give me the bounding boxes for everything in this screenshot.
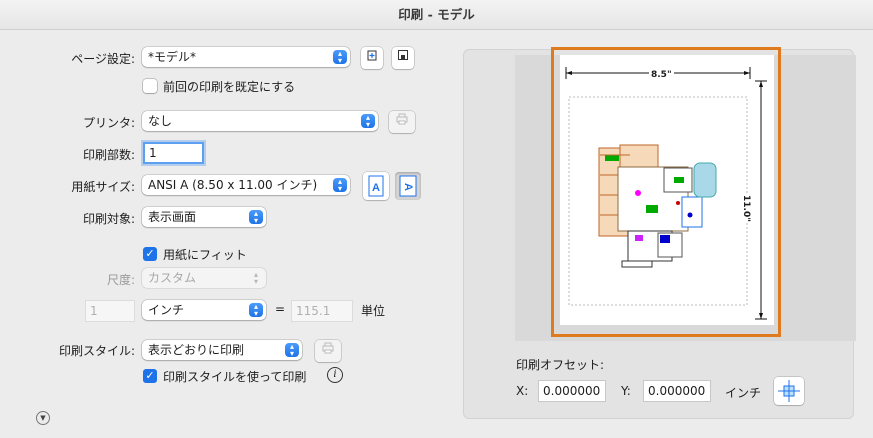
chevron-updown-icon: ▴ ▾ <box>361 114 375 129</box>
page-setup-label: ページ設定: <box>71 52 135 66</box>
previous-print-default-label: 前回の印刷を既定にする <box>163 80 296 94</box>
orientation-portrait-button[interactable]: A <box>363 172 389 200</box>
chevron-updown-icon: ▴ ▾ <box>249 210 263 225</box>
scale-unit-select[interactable]: インチ ▴ ▾ <box>142 300 266 320</box>
plot-style-edit-icon[interactable] <box>315 340 341 362</box>
disclosure-icon[interactable]: ▼ <box>36 411 50 425</box>
scale-label: 尺度: <box>106 273 135 287</box>
paper-size-label: 用紙サイズ: <box>71 180 135 194</box>
chevron-updown-icon: ▴ ▾ <box>285 343 299 358</box>
plot-style-select[interactable]: 表示どおりに印刷 ▴ ▾ <box>142 340 302 360</box>
scale-unit-value: インチ <box>148 303 185 317</box>
printer-properties-icon[interactable] <box>389 111 415 133</box>
page-setup-value: *モデル* <box>148 50 197 64</box>
scale-units-input[interactable]: 115.1 <box>291 300 353 322</box>
orientation-landscape-button[interactable]: A <box>395 172 421 200</box>
scale-units-label: 単位 <box>361 304 386 318</box>
chevron-updown-icon: ▴ ▾ <box>333 178 347 193</box>
info-icon[interactable]: i <box>327 367 343 383</box>
plot-area-value: 表示画面 <box>148 210 197 224</box>
window-title: 印刷 - モデル <box>0 0 873 30</box>
scale-select[interactable]: カスタム ▴ ▾ <box>142 268 266 288</box>
printer-select[interactable]: なし ▴ ▾ <box>142 111 378 131</box>
printer-value: なし <box>148 114 173 128</box>
fit-to-paper-label: 用紙にフィット <box>163 248 247 262</box>
chevron-updown-icon: ▴ ▾ <box>333 50 347 65</box>
printer-label: プリンタ: <box>82 116 135 130</box>
center-plot-button[interactable] <box>774 377 804 405</box>
plot-style-label: 印刷スタイル: <box>58 344 135 358</box>
landscape-icon: A <box>399 175 417 197</box>
scale-inches-input[interactable]: 1 <box>85 300 135 322</box>
scale-value: カスタム <box>148 271 197 285</box>
copies-label: 印刷部数: <box>82 148 135 162</box>
fit-to-paper-checkbox[interactable]: ✓ <box>143 247 157 261</box>
copies-input[interactable]: 1 <box>143 142 204 164</box>
portrait-icon: A <box>368 175 384 197</box>
use-plot-style-label: 印刷スタイルを使って印刷 <box>163 370 307 384</box>
svg-text:A: A <box>372 182 380 194</box>
scale-equals: = <box>275 302 286 316</box>
center-icon <box>778 380 800 402</box>
previous-print-default-checkbox[interactable] <box>143 79 157 93</box>
plot-area-label: 印刷対象: <box>82 212 135 226</box>
chevron-updown-icon: ▴ ▾ <box>253 270 258 286</box>
page-setup-select[interactable]: *モデル* ▴ ▾ <box>142 47 350 67</box>
plot-area-select[interactable]: 表示画面 ▴ ▾ <box>142 207 266 227</box>
paper-size-select[interactable]: ANSI A (8.50 x 11.00 インチ) ▴ ▾ <box>142 175 350 195</box>
plot-style-value: 表示どおりに印刷 <box>148 343 245 357</box>
svg-text:A: A <box>402 183 414 191</box>
preview-highlight <box>551 47 781 337</box>
offset-x-input[interactable]: 0.000000 <box>538 380 606 402</box>
paper-size-value: ANSI A (8.50 x 11.00 インチ) <box>148 178 318 192</box>
use-plot-style-checkbox[interactable]: ✓ <box>143 369 157 383</box>
plot-offset-label: 印刷オフセット: <box>516 358 605 372</box>
add-page-setup-icon[interactable] <box>361 47 383 69</box>
chevron-updown-icon: ▴ ▾ <box>249 303 263 318</box>
offset-x-label: X: <box>516 384 529 398</box>
offset-y-label: Y: <box>621 384 631 398</box>
offset-y-input[interactable]: 0.000000 <box>643 380 711 402</box>
offset-unit-label: インチ <box>725 386 762 400</box>
import-page-setup-icon[interactable] <box>392 47 414 69</box>
